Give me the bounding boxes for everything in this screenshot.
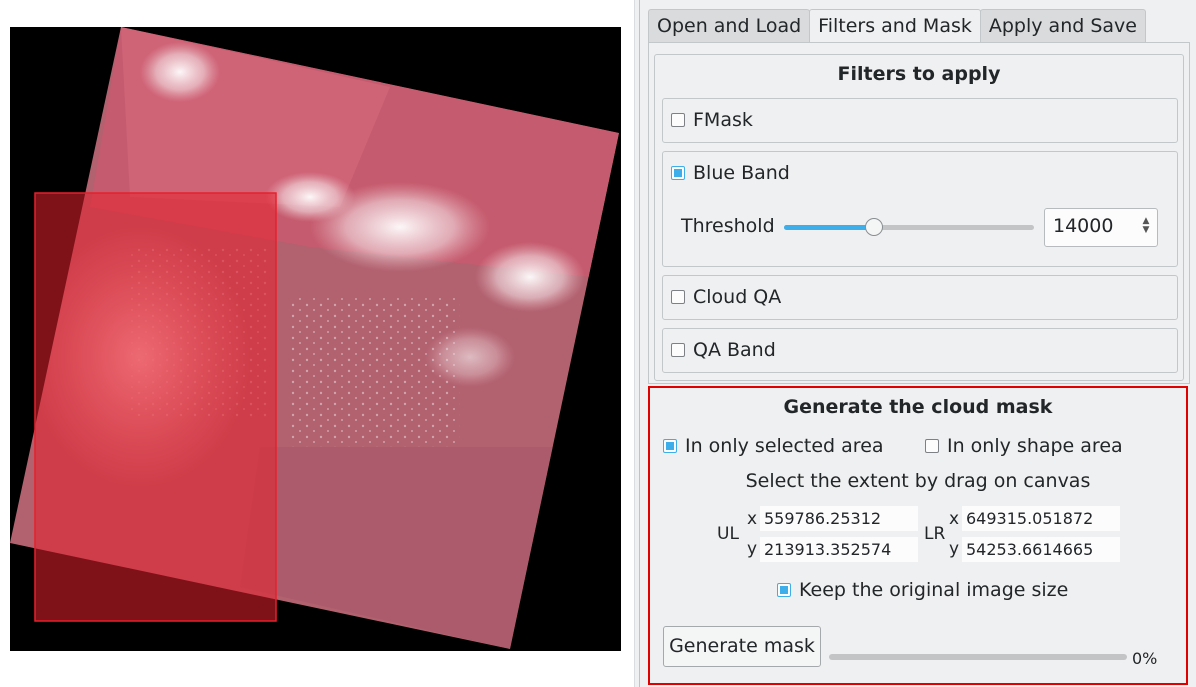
selected-area-label: In only selected area xyxy=(685,435,884,457)
cloud-qa-checkbox[interactable]: Cloud QA xyxy=(671,286,781,308)
selection-rectangle[interactable] xyxy=(34,192,277,622)
threshold-label: Threshold xyxy=(681,215,775,237)
threshold-slider[interactable] xyxy=(784,225,1034,230)
lr-x-input[interactable] xyxy=(962,506,1120,531)
ul-x-label: x xyxy=(747,509,758,529)
ul-y-input[interactable] xyxy=(760,537,918,562)
cloud-qa-check-box[interactable] xyxy=(671,290,685,304)
cloud-qa-group: Cloud QA xyxy=(662,275,1178,320)
lr-label: LR xyxy=(924,524,946,544)
selected-area-checkbox[interactable]: In only selected area xyxy=(663,435,884,457)
shape-area-check-box[interactable] xyxy=(925,439,939,453)
tab-bar: Open and Load Filters and Mask Apply and… xyxy=(648,9,1146,42)
blue-band-checkbox[interactable]: Blue Band xyxy=(671,162,790,184)
cloud-mask-group: Generate the cloud mask In only selected… xyxy=(648,386,1188,685)
mask-progress-text: 0% xyxy=(1132,649,1158,668)
qa-band-check-box[interactable] xyxy=(671,343,685,357)
blue-band-label: Blue Band xyxy=(693,162,790,184)
ul-label: UL xyxy=(717,524,739,544)
blue-band-check-box[interactable] xyxy=(671,166,685,180)
lr-y-label: y xyxy=(949,539,960,559)
threshold-slider-fill xyxy=(784,225,874,230)
fmask-label: FMask xyxy=(693,109,753,131)
tab-open-and-load[interactable]: Open and Load xyxy=(648,9,811,42)
fmask-checkbox[interactable]: FMask xyxy=(671,109,753,131)
qa-band-label: QA Band xyxy=(693,339,776,361)
cloud-qa-label: Cloud QA xyxy=(693,286,782,308)
qa-band-group: QA Band xyxy=(662,328,1178,373)
generate-mask-button[interactable]: Generate mask xyxy=(663,626,821,667)
cloud-mask-title: Generate the cloud mask xyxy=(783,396,1053,418)
mask-progress-bar xyxy=(829,654,1127,660)
filters-group: Filters to apply FMask Blue Band Thresho… xyxy=(654,54,1184,381)
threshold-value: 14000 xyxy=(1053,215,1114,237)
map-canvas-area xyxy=(0,0,634,687)
selected-area-check-box[interactable] xyxy=(663,439,677,453)
extent-hint: Select the extent by drag on canvas xyxy=(745,470,1091,492)
fmask-check-box[interactable] xyxy=(671,113,685,127)
threshold-slider-handle[interactable] xyxy=(865,218,883,236)
tab-filters-and-mask[interactable]: Filters and Mask xyxy=(809,9,981,42)
ul-y-label: y xyxy=(747,539,758,559)
blue-band-group: Blue Band Threshold 14000 ▲ ▼ xyxy=(662,151,1178,267)
filters-pane: Filters to apply FMask Blue Band Thresho… xyxy=(648,42,1190,384)
ul-x-input[interactable] xyxy=(760,506,918,531)
lr-x-label: x xyxy=(949,509,960,529)
map-canvas[interactable] xyxy=(10,27,621,651)
tab-apply-and-save[interactable]: Apply and Save xyxy=(979,9,1146,42)
keep-size-label: Keep the original image size xyxy=(799,579,1069,601)
keep-size-check-box[interactable] xyxy=(777,583,791,597)
lr-y-input[interactable] xyxy=(962,537,1120,562)
shape-area-checkbox[interactable]: In only shape area xyxy=(925,435,1123,457)
filters-title: Filters to apply xyxy=(837,63,1001,85)
keep-size-checkbox[interactable]: Keep the original image size xyxy=(777,579,1068,601)
fmask-group: FMask xyxy=(662,98,1178,143)
satellite-image[interactable] xyxy=(10,27,621,651)
qa-band-checkbox[interactable]: QA Band xyxy=(671,339,776,361)
up-down-arrows-icon[interactable]: ▲ ▼ xyxy=(1141,217,1151,235)
threshold-spinbox[interactable]: 14000 ▲ ▼ xyxy=(1044,208,1158,247)
shape-area-label: In only shape area xyxy=(947,435,1123,457)
